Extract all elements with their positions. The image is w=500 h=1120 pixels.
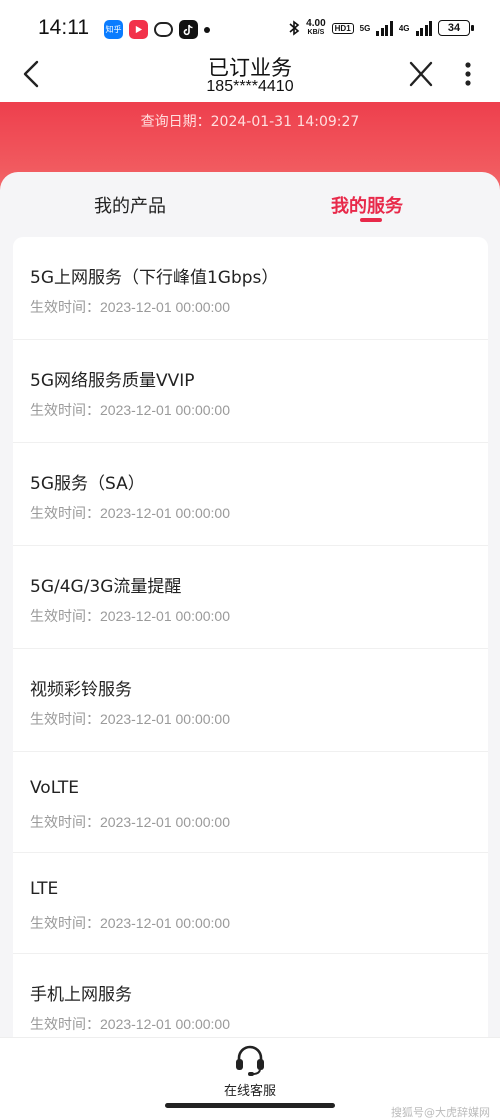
service-item[interactable]: 5G/4G/3G流量提醒 生效时间：2023-12-01 00:00:00 (13, 546, 488, 649)
status-indicators: 4.00 KB/S HD1 5G 4G 34 (288, 18, 474, 37)
service-name: 5G网络服务质量VVIP (30, 371, 195, 391)
service-item[interactable]: 5G服务（SA） 生效时间：2023-12-01 00:00:00 (13, 443, 488, 546)
tab-my-products[interactable]: 我的产品 (94, 192, 166, 218)
service-name: VoLTE (30, 778, 79, 798)
service-name: LTE (30, 879, 59, 899)
service-item[interactable]: 视频彩铃服务 生效时间：2023-12-01 00:00:00 (13, 649, 488, 752)
active-tab-indicator (360, 218, 382, 222)
close-icon (409, 61, 433, 87)
tiktok-icon (179, 20, 198, 39)
nav-bar: 已订业务 185****4410 (0, 48, 500, 102)
service-item[interactable]: 5G上网服务（下行峰值1Gbps） 生效时间：2023-12-01 00:00:… (13, 237, 488, 340)
network-speed: 4.00 KB/S (306, 18, 326, 37)
zhihu-app-icon: 知乎 (104, 20, 123, 39)
online-support-button[interactable]: 在线客服 (0, 1044, 500, 1099)
effective-time: 生效时间：2023-12-01 00:00:00 (30, 608, 230, 624)
effective-time: 生效时间：2023-12-01 00:00:00 (30, 402, 230, 418)
home-indicator[interactable] (165, 1103, 335, 1108)
bottom-bar: 在线客服 搜狐号@大虎辞媒网 (0, 1037, 500, 1119)
signal-4g-label: 4G (398, 23, 410, 33)
service-item[interactable]: LTE 生效时间：2023-12-01 00:00:00 (13, 853, 488, 954)
signal-4g-icon (415, 20, 432, 36)
more-button[interactable] (458, 60, 478, 90)
service-name: 手机上网服务 (30, 985, 132, 1005)
effective-time: 生效时间：2023-12-01 00:00:00 (30, 299, 230, 315)
more-notifications-dot (204, 26, 210, 33)
service-name: 视频彩铃服务 (30, 680, 132, 700)
effective-time: 生效时间：2023-12-01 00:00:00 (30, 1016, 230, 1032)
service-name: 5G/4G/3G流量提醒 (30, 577, 182, 597)
service-item[interactable]: VoLTE 生效时间：2023-12-01 00:00:00 (13, 752, 488, 853)
effective-time: 生效时间：2023-12-01 00:00:00 (30, 505, 230, 521)
tab-my-services[interactable]: 我的服务 (331, 192, 403, 218)
battery-icon: 34 (438, 20, 474, 36)
online-support-label: 在线客服 (223, 1084, 276, 1099)
effective-time: 生效时间：2023-12-01 00:00:00 (30, 915, 230, 931)
service-list: 5G上网服务（下行峰值1Gbps） 生效时间：2023-12-01 00:00:… (13, 237, 488, 1067)
hd-icon: HD1 (331, 22, 354, 34)
effective-time: 生效时间：2023-12-01 00:00:00 (30, 814, 230, 830)
service-name: 5G上网服务（下行峰值1Gbps） (30, 268, 279, 288)
close-button[interactable] (406, 60, 436, 88)
service-name: 5G服务（SA） (30, 474, 145, 494)
query-date: 查询日期：2024-01-31 14:09:27 (140, 114, 360, 130)
signal-5g-icon (376, 20, 393, 36)
video-app-icon (129, 20, 148, 39)
tab-bar: 我的产品 我的服务 (0, 172, 500, 234)
content-card: 我的产品 我的服务 5G上网服务（下行峰值1Gbps） 生效时间：2023-12… (0, 172, 500, 1067)
effective-time: 生效时间：2023-12-01 00:00:00 (30, 711, 230, 727)
notification-icons: 知乎 (104, 20, 210, 39)
service-item[interactable]: 5G网络服务质量VVIP 生效时间：2023-12-01 00:00:00 (13, 340, 488, 443)
signal-5g-label: 5G (359, 23, 371, 33)
cloud-icon (154, 22, 173, 37)
headset-icon (236, 1045, 264, 1076)
bluetooth-icon (289, 20, 300, 36)
more-vertical-icon (465, 62, 471, 86)
status-time: 14:11 (38, 16, 89, 39)
